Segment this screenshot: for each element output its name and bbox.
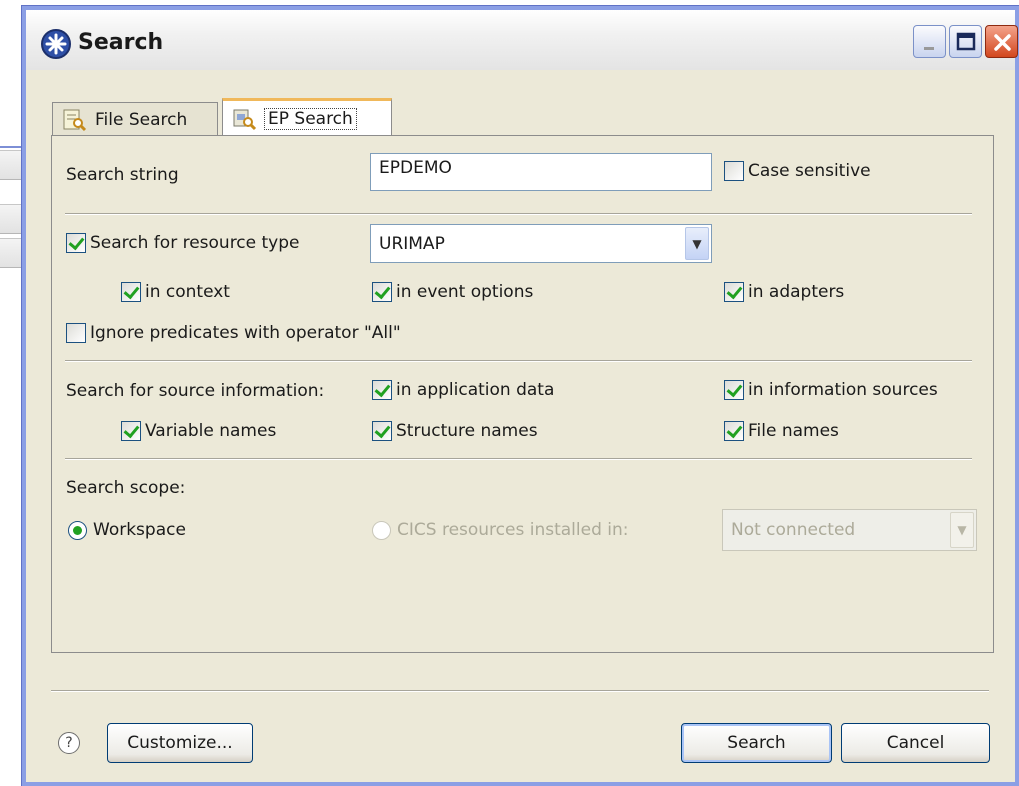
structure-names-box[interactable]: [372, 421, 392, 441]
in-context-checkbox[interactable]: in context: [121, 282, 230, 302]
chevron-down-icon[interactable]: ▼: [950, 512, 974, 548]
workspace-label: Workspace: [93, 520, 186, 540]
case-sensitive-checkbox[interactable]: Case sensitive: [724, 161, 871, 181]
in-adapters-label: in adapters: [748, 282, 845, 302]
window-title: Search: [78, 30, 164, 55]
in-context-box[interactable]: [121, 282, 141, 302]
in-application-data-box[interactable]: [372, 380, 392, 400]
dialog-client-area: File Search EP Search Search string EPDE…: [26, 70, 1015, 782]
tab-ep-search[interactable]: EP Search: [222, 98, 392, 136]
chevron-down-icon[interactable]: ▼: [685, 227, 709, 260]
resource-type-box[interactable]: [66, 233, 86, 253]
in-context-label: in context: [145, 282, 230, 302]
minimize-icon: [924, 47, 934, 50]
workspace-radio-circle[interactable]: [68, 520, 87, 540]
ep-search-icon: [233, 109, 257, 130]
cics-resources-label: CICS resources installed in:: [397, 520, 629, 540]
search-scope-label: Search scope:: [66, 478, 186, 498]
customize-button[interactable]: Customize...: [107, 723, 253, 763]
search-string-label: Search string: [66, 165, 179, 185]
in-information-sources-box[interactable]: [724, 380, 744, 400]
separator: [65, 458, 972, 460]
title-bar[interactable]: Search: [22, 6, 1019, 70]
source-info-label: Search for source information:: [66, 381, 325, 401]
variable-names-box[interactable]: [121, 421, 141, 441]
file-search-icon: [63, 109, 87, 131]
case-sensitive-label: Case sensitive: [748, 161, 871, 181]
workspace-radio[interactable]: Workspace: [68, 520, 186, 540]
in-information-sources-label: in information sources: [748, 380, 938, 400]
cics-radio-circle[interactable]: [372, 520, 391, 540]
cancel-button-label: Cancel: [886, 733, 945, 753]
tab-ep-search-label: EP Search: [264, 107, 357, 130]
maximize-icon: [956, 32, 976, 51]
in-information-sources-checkbox[interactable]: in information sources: [724, 380, 938, 400]
tab-file-search[interactable]: File Search: [52, 102, 218, 136]
resource-type-select[interactable]: URIMAP ▼: [370, 224, 712, 263]
resource-type-value: URIMAP: [379, 233, 445, 254]
search-button-label: Search: [727, 733, 786, 753]
close-icon: [994, 34, 1011, 51]
file-names-label: File names: [748, 421, 839, 441]
cics-resources-radio[interactable]: CICS resources installed in:: [372, 520, 629, 540]
search-button[interactable]: Search: [681, 723, 832, 763]
help-icon[interactable]: ?: [58, 732, 80, 754]
search-dialog: Search File Search EP Search Search stri…: [22, 6, 1019, 786]
search-string-input[interactable]: EPDEMO: [370, 153, 712, 191]
tab-file-search-label: File Search: [95, 109, 188, 130]
ignore-predicates-box[interactable]: [66, 323, 86, 343]
ignore-predicates-checkbox[interactable]: Ignore predicates with operator "All": [66, 323, 401, 343]
resource-type-checkbox[interactable]: Search for resource type: [66, 233, 300, 253]
button-bar-separator: [51, 690, 989, 692]
search-app-icon: [41, 29, 71, 59]
cancel-button[interactable]: Cancel: [841, 723, 990, 763]
in-event-options-label: in event options: [396, 282, 534, 302]
in-application-data-label: in application data: [396, 380, 555, 400]
in-event-options-checkbox[interactable]: in event options: [372, 282, 533, 302]
structure-names-checkbox[interactable]: Structure names: [372, 421, 538, 441]
resource-type-label: Search for resource type: [90, 233, 300, 253]
case-sensitive-box[interactable]: [724, 161, 744, 181]
connection-select[interactable]: Not connected ▼: [722, 509, 977, 551]
minimize-button[interactable]: [913, 25, 946, 58]
customize-label: Customize...: [127, 733, 233, 753]
ignore-predicates-label: Ignore predicates with operator "All": [90, 323, 401, 343]
close-button[interactable]: [985, 25, 1018, 58]
in-application-data-checkbox[interactable]: in application data: [372, 380, 554, 400]
connection-value: Not connected: [731, 520, 856, 540]
ep-search-panel: Search string EPDEMO Case sensitive Sear…: [51, 135, 994, 653]
in-adapters-checkbox[interactable]: in adapters: [724, 282, 844, 302]
maximize-button[interactable]: [949, 25, 982, 58]
in-adapters-box[interactable]: [724, 282, 744, 302]
file-names-checkbox[interactable]: File names: [724, 421, 839, 441]
in-event-options-box[interactable]: [372, 282, 392, 302]
separator: [65, 360, 972, 362]
separator: [65, 213, 972, 215]
variable-names-checkbox[interactable]: Variable names: [121, 421, 276, 441]
variable-names-label: Variable names: [145, 421, 277, 441]
structure-names-label: Structure names: [396, 421, 538, 441]
file-names-box[interactable]: [724, 421, 744, 441]
